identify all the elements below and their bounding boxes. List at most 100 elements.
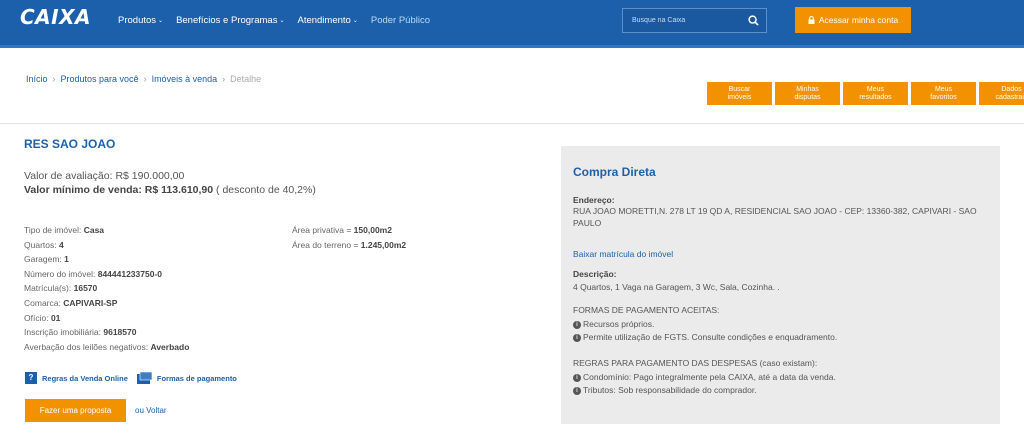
- breadcrumb-separator: ›: [52, 74, 56, 84]
- detail-value: 1.245,00m2: [360, 239, 407, 250]
- button-label-line: Dados: [1001, 85, 1022, 93]
- account-button-label: Acessar minha conta: [818, 15, 899, 25]
- section-divider: [0, 123, 1024, 124]
- search-input[interactable]: [623, 9, 740, 32]
- info-icon: i: [573, 321, 581, 329]
- meus-favoritos-button[interactable]: Meus favoritos: [911, 82, 976, 105]
- discount: ( desconto de 40,2%): [216, 184, 316, 196]
- detail-label: Área privativa =: [292, 225, 352, 235]
- address: RUA JOAO MORETTI,N. 278 LT 19 QD A, RESI…: [573, 206, 977, 228]
- detail-row: Área do terreno = 1.245,00m2: [292, 238, 406, 253]
- button-label-line: favoritos: [930, 93, 957, 101]
- button-label-line: disputas: [794, 93, 821, 101]
- breadcrumb-separator: ›: [222, 74, 226, 84]
- caixa-logo[interactable]: CAIXA: [20, 7, 91, 27]
- expense-item: i Condomínio: Pago integralmente pela CAI…: [573, 372, 991, 384]
- breadcrumb-produtos[interactable]: Produtos para você: [61, 74, 139, 84]
- payment-methods-link[interactable]: Formas de pagamento: [157, 374, 237, 383]
- detail-row: Inscrição imobiliária: 9618570: [24, 325, 189, 340]
- detail-label: Averbação dos leilões negativos:: [24, 341, 149, 352]
- button-label-line: Buscar: [728, 85, 751, 93]
- description-label-text: Descrição:: [573, 269, 617, 279]
- breadcrumb-inicio[interactable]: Início: [26, 74, 48, 84]
- detail-label: Área do terreno =: [292, 239, 359, 250]
- chevron-down-icon: ⌄: [279, 18, 285, 24]
- download-matricula-link[interactable]: Baixar matrícula do imóvel: [573, 249, 673, 259]
- detail-label: Quartos:: [24, 239, 57, 250]
- sale-rules-link[interactable]: Regras da Venda Online: [42, 374, 128, 383]
- detail-row: Ofício: 01: [24, 311, 189, 326]
- back-link[interactable]: ou Voltar: [135, 406, 167, 415]
- minhas-disputas-button[interactable]: Minhas disputas: [775, 82, 840, 105]
- expenses-heading: REGRAS PARA PAGAMENTO DAS DESPESAS (caso…: [573, 358, 818, 368]
- valuation: Valor de avaliação: R$ 190.000,00: [24, 170, 184, 182]
- detail-label: Comarca:: [24, 297, 61, 308]
- expense-item-text: Tributos: Sob responsabilidade do compra…: [583, 385, 757, 395]
- breadcrumb: Início › Produtos para você › Imóveis à …: [26, 74, 261, 84]
- nav-atendimento-label: Atendimento: [297, 15, 351, 26]
- detail-value: Casa: [83, 225, 105, 235]
- detail-label: Matrícula(s):: [24, 283, 72, 294]
- payment-item-text: Permite utilização de FGTS. Consulte con…: [583, 332, 838, 342]
- detail-value: 150,00m2: [353, 225, 392, 235]
- search-box: [622, 8, 767, 33]
- detail-value: 844441233750-0: [97, 268, 163, 279]
- expense-item: i Tributos: Sob responsabilidade do compr…: [573, 385, 991, 397]
- nav-atendimento[interactable]: Atendimento ⌄: [297, 15, 357, 26]
- payment-item-text: Recursos próprios.: [583, 319, 655, 329]
- nav-produtos[interactable]: Produtos ⌄: [118, 15, 163, 26]
- buscar-imoveis-button[interactable]: Buscar imóveis: [707, 82, 772, 105]
- detail-row: Comarca: CAPIVARI-SP: [24, 296, 189, 311]
- detail-value: 4: [58, 239, 64, 250]
- payment-item: i Recursos próprios.: [573, 319, 991, 331]
- dados-cadastrais-button[interactable]: Dadoscadastrais: [979, 82, 1024, 105]
- nav-beneficios[interactable]: Benefícios e Programas ⌄: [176, 15, 284, 26]
- top-navigation-bar: CAIXA Produtos ⌄ Benefícios e Programas ⌄ …: [0, 0, 1024, 48]
- lock-icon: [808, 16, 815, 24]
- detail-row: Tipo de imóvel: Casa: [24, 223, 189, 238]
- help-icon: ?: [25, 372, 37, 384]
- quick-actions: Buscar imóveis Minhas disputas Meus resulta…: [707, 82, 1024, 105]
- minimum-sale-value: Valor mínimo de venda: R$ 113.610,90 ( d…: [24, 184, 316, 196]
- detail-label: Garagem:: [24, 254, 62, 265]
- detail-value: 1: [64, 254, 69, 265]
- nav-beneficios-label: Benefícios e Programas: [176, 15, 278, 26]
- chevron-down-icon: ⌄: [352, 18, 358, 24]
- breadcrumb-current: Detalhe: [230, 74, 262, 84]
- min-sale-label: Valor mínimo de venda:: [24, 184, 142, 196]
- detail-row: Área privativa = 150,00m2: [292, 223, 406, 238]
- detail-value: CAPIVARI-SP: [63, 297, 118, 308]
- payment-item: i Permite utilização de FGTS. Consulte co…: [573, 332, 991, 344]
- expense-item-text: Condomínio: Pago integralmente pela CAIX…: [583, 372, 836, 382]
- payment-card-icon: [136, 372, 152, 384]
- button-label-line: Meus: [934, 85, 953, 93]
- chevron-down-icon: ⌄: [158, 18, 164, 24]
- info-icon: i: [573, 387, 581, 395]
- button-label-line: resultados: [859, 93, 892, 101]
- detail-row: Quartos: 4: [24, 238, 189, 253]
- property-title: RES SAO JOAO: [24, 137, 116, 151]
- min-sale-value: R$ 113.610,90: [144, 184, 214, 196]
- address-label-text: Endereço:: [573, 195, 615, 205]
- detail-row: Número do imóvel: 844441233750-0: [24, 267, 189, 282]
- info-icon: i: [573, 374, 581, 382]
- nav-poder-publico[interactable]: Poder Público: [371, 15, 430, 26]
- valuation-value: R$ 190.000,00: [115, 170, 185, 182]
- nav-produtos-label: Produtos: [118, 15, 157, 26]
- address-label: Endereço:: [573, 195, 991, 207]
- button-label-line: Minhas: [796, 85, 819, 93]
- detail-label: Ofício:: [24, 312, 49, 323]
- valuation-label: Valor de avaliação:: [24, 170, 113, 182]
- search-icon[interactable]: [740, 9, 766, 32]
- detail-value: Averbado: [150, 341, 190, 352]
- detail-row: Matrícula(s): 16570: [24, 281, 189, 296]
- breadcrumb-imoveis[interactable]: Imóveis à venda: [152, 74, 218, 84]
- detail-label: Inscrição imobiliária:: [24, 327, 101, 338]
- detail-value: 16570: [73, 283, 98, 294]
- detail-label: Tipo de imóvel:: [24, 225, 82, 235]
- meus-resultados-button[interactable]: Meus resultados: [843, 82, 908, 105]
- button-label-line: imóveis: [727, 93, 752, 101]
- make-proposal-button[interactable]: Fazer uma proposta: [25, 399, 126, 422]
- account-access-button[interactable]: Acessar minha conta: [795, 7, 911, 33]
- breadcrumb-separator: ›: [143, 74, 147, 84]
